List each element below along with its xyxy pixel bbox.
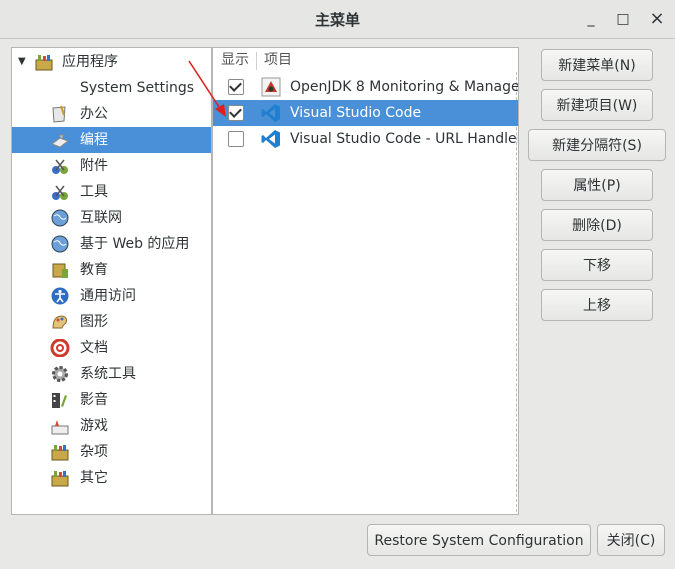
- other-icon: [51, 471, 69, 487]
- annotation-arrow-icon: [188, 60, 226, 117]
- tree-item[interactable]: 游戏: [12, 413, 211, 439]
- multimedia-icon: [52, 393, 67, 408]
- tree-item-label: 教育: [80, 262, 108, 278]
- menu-tree[interactable]: ▼ 应用程序 System Settings 办公编程附件工具互联网基于 Web …: [11, 47, 212, 515]
- maximize-button[interactable]: □: [612, 8, 634, 30]
- tree-item[interactable]: 编程: [12, 127, 211, 153]
- tree-item[interactable]: 文档: [12, 335, 211, 361]
- properties-button[interactable]: 属性(P): [541, 169, 653, 201]
- show-checkbox[interactable]: [228, 131, 244, 147]
- vscode-icon: [261, 104, 280, 122]
- new-menu-button[interactable]: 新建菜单(N): [541, 49, 653, 81]
- window-title: 主菜单: [314, 11, 360, 29]
- tree-item-label: 附件: [80, 158, 108, 174]
- tree-item-label: 文档: [80, 340, 108, 356]
- tree-item[interactable]: 系统工具: [12, 361, 211, 387]
- tree-item-label: 办公: [80, 106, 108, 122]
- tree-item[interactable]: 工具: [12, 179, 211, 205]
- tree-item-label: 通用访问: [80, 288, 136, 304]
- tree-item[interactable]: 基于 Web 的应用: [12, 231, 211, 257]
- new-item-button[interactable]: 新建项目(W): [541, 89, 653, 121]
- system-tools-icon: [52, 366, 68, 382]
- tree-item-label: 杂项: [80, 444, 108, 460]
- move-down-button[interactable]: 下移: [541, 249, 653, 281]
- graphics-icon: [52, 315, 67, 329]
- new-separator-button[interactable]: 新建分隔符(S): [528, 129, 666, 161]
- tree-item[interactable]: 办公: [12, 101, 211, 127]
- list-item[interactable]: Visual Studio Code: [213, 100, 518, 126]
- accessibility-icon: [51, 287, 69, 305]
- vscode-icon: [261, 130, 280, 148]
- show-checkbox[interactable]: [228, 105, 244, 121]
- delete-button[interactable]: 删除(D): [541, 209, 653, 241]
- list-item-label: OpenJDK 8 Monitoring & Management Consol…: [290, 79, 519, 95]
- tree-item-label: 游戏: [80, 418, 108, 434]
- close-window-button[interactable]: ×: [646, 8, 668, 30]
- office-icon: [52, 105, 66, 123]
- tree-item[interactable]: 影音: [12, 387, 211, 413]
- tree-item-label: 基于 Web 的应用: [80, 236, 190, 252]
- tree-item[interactable]: 图形: [12, 309, 211, 335]
- list-item-label: Visual Studio Code: [290, 105, 422, 121]
- tree-item-label: 其它: [80, 470, 108, 486]
- java-icon: [261, 77, 281, 97]
- tree-item[interactable]: 互联网: [12, 205, 211, 231]
- menu-items-list[interactable]: 显示 项目 OpenJDK 8 Monitoring & Management …: [212, 47, 519, 515]
- tree-item-label: 工具: [80, 184, 108, 200]
- misc-icon: [51, 445, 69, 461]
- tree-item-label: 系统工具: [80, 366, 136, 382]
- tree-root-label: 应用程序: [62, 54, 118, 70]
- tree-item[interactable]: 通用访问: [12, 283, 211, 309]
- education-icon: [52, 263, 68, 278]
- web-apps-icon: [51, 235, 69, 253]
- tree-item-applications[interactable]: ▼ 应用程序: [12, 49, 211, 75]
- programming-icon: [50, 134, 70, 148]
- move-up-button[interactable]: 上移: [541, 289, 653, 321]
- tree-item-label: 编程: [80, 132, 108, 148]
- tree-item-label: 互联网: [80, 210, 122, 226]
- list-item[interactable]: OpenJDK 8 Monitoring & Management Consol…: [213, 74, 518, 100]
- expander-icon[interactable]: ▼: [18, 49, 26, 75]
- close-button[interactable]: 关闭(C): [597, 524, 665, 556]
- tree-item[interactable]: 其它: [12, 465, 211, 491]
- tree-item[interactable]: 附件: [12, 153, 211, 179]
- internet-icon: [51, 209, 69, 227]
- games-icon: [51, 420, 69, 435]
- tree-item-label: System Settings: [80, 80, 195, 96]
- column-separator: [256, 52, 257, 70]
- tree-item[interactable]: 教育: [12, 257, 211, 283]
- documents-icon: [50, 339, 70, 357]
- applications-icon: [35, 55, 53, 71]
- minimize-button[interactable]: _: [580, 8, 602, 30]
- tree-item-label: 影音: [80, 392, 108, 408]
- window-titlebar: 主菜单 _ □ ×: [0, 0, 675, 39]
- tools-icon: [52, 185, 68, 200]
- show-checkbox[interactable]: [228, 79, 244, 95]
- accessories-icon: [52, 159, 68, 174]
- tree-item[interactable]: System Settings: [12, 75, 211, 101]
- tree-item[interactable]: 杂项: [12, 439, 211, 465]
- list-item-label: Visual Studio Code - URL Handler: [290, 131, 519, 147]
- list-item[interactable]: Visual Studio Code - URL Handler: [213, 126, 518, 152]
- tree-item-label: 图形: [80, 314, 108, 330]
- column-header-item[interactable]: 项目: [264, 48, 292, 72]
- restore-system-configuration-button[interactable]: Restore System Configuration: [367, 524, 591, 556]
